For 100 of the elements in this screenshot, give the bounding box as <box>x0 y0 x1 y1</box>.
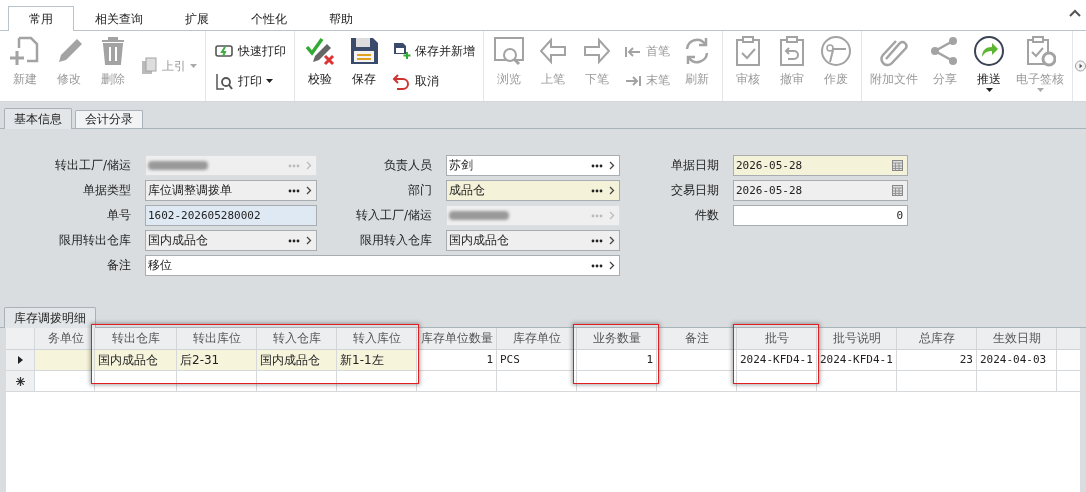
chevron-right-icon[interactable] <box>609 186 615 195</box>
table-cell: PCS <box>497 350 577 370</box>
more-icon[interactable] <box>591 163 603 168</box>
toolbar-button[interactable]: 打印 <box>212 70 288 92</box>
printer-icon <box>214 42 234 60</box>
current-row-icon <box>17 356 23 364</box>
more-icon[interactable] <box>591 188 603 193</box>
column-header[interactable]: 总库存 <box>897 328 977 349</box>
field-label: 转出工厂/储运 <box>53 157 132 174</box>
chevron-right-icon[interactable] <box>306 186 312 195</box>
chevron-right-icon[interactable] <box>306 236 312 245</box>
toolbar-button[interactable]: 推送 <box>968 31 1010 101</box>
scroll-right-icon[interactable] <box>1075 60 1086 72</box>
column-header[interactable]: 库存单位数量 <box>417 328 497 349</box>
field-value: 库位调整调拨单 <box>148 182 233 199</box>
chevron-right-icon[interactable] <box>609 161 615 170</box>
field-label: 单号 <box>106 207 132 224</box>
form-tab[interactable]: 基本信息 <box>4 108 72 129</box>
number-field[interactable]: 0 <box>733 205 908 226</box>
field-value: 国内成品仓 <box>148 232 209 249</box>
lookup-field[interactable]: 苏剑 <box>446 155 620 176</box>
column-header[interactable]: 备注 <box>657 328 737 349</box>
lookup-field[interactable]: 库位调整调拨单 <box>145 180 317 201</box>
chevron-right-icon[interactable] <box>609 261 615 270</box>
arrow-left-icon <box>537 35 569 67</box>
calendar-icon[interactable] <box>892 160 903 171</box>
ribbon-tab[interactable]: 相关查询 <box>74 6 164 31</box>
field-value: 成品仓 <box>449 182 486 199</box>
column-header[interactable]: 生效日期 <box>977 328 1057 349</box>
column-header[interactable]: 转出仓库 <box>95 328 177 349</box>
lookup-field[interactable]: 移位 <box>145 255 620 276</box>
field-label: 负责人员 <box>383 157 433 174</box>
check-pencil-icon <box>304 35 336 67</box>
search-icon <box>493 35 525 67</box>
document-plus-icon <box>391 42 411 60</box>
field-value: 2026-05-28 <box>736 184 804 197</box>
column-header[interactable]: 库存单位 <box>497 328 577 349</box>
row-header[interactable] <box>6 371 35 391</box>
field-value: 0 <box>895 209 903 222</box>
field-label: 部门 <box>407 182 433 199</box>
new-page-icon <box>9 35 41 67</box>
column-header[interactable]: 业务数量 <box>577 328 657 349</box>
chevron-right-icon[interactable] <box>609 236 615 245</box>
table-cell: 国内成品仓 <box>257 350 337 370</box>
field-label: 备注 <box>106 257 132 274</box>
table-cell: 2024-04-03 <box>977 350 1057 370</box>
column-header[interactable]: 批号 <box>737 328 817 349</box>
lookup-field[interactable]: 成品仓 <box>446 180 620 201</box>
table-cell: 2024-KFD4-1 <box>817 350 897 370</box>
field-label: 限用转入仓库 <box>359 232 433 249</box>
column-header[interactable]: 转出库位 <box>177 328 257 349</box>
table-cell: 新1-1左 <box>337 350 417 370</box>
column-header[interactable]: 批号说明 <box>817 328 897 349</box>
lookup-field[interactable]: 国内成品仓 <box>446 230 620 251</box>
toolbar-button[interactable]: 取消 <box>389 70 477 92</box>
toolbar-button[interactable]: 快速打印 <box>212 40 288 62</box>
print-preview-icon <box>214 72 234 90</box>
field-value: 苏剑 <box>449 157 474 174</box>
field-label: 件数 <box>694 207 720 224</box>
field-label: 转入工厂/储运 <box>354 207 433 224</box>
field-value: 国内成品仓 <box>449 232 510 249</box>
toolbar-button[interactable]: 保存 <box>343 31 385 101</box>
field-value: 2026-05-28 <box>736 159 804 172</box>
lookup-field[interactable]: 国内成品仓 <box>145 230 317 251</box>
documents-icon <box>140 57 158 75</box>
blurred-text-drawing <box>449 211 509 220</box>
ribbon-tab[interactable]: 扩展 <box>164 6 230 31</box>
ribbon-tab[interactable]: 帮助 <box>308 6 374 31</box>
date-field[interactable]: 2026-05-28 <box>733 155 908 176</box>
new-row-icon <box>15 376 25 386</box>
table-cell: 1 <box>417 350 497 370</box>
calendar-icon[interactable] <box>892 185 903 196</box>
field-label: 单据日期 <box>670 157 720 174</box>
field-value: 移位 <box>148 257 173 274</box>
more-icon[interactable] <box>288 238 300 243</box>
date-field[interactable]: 2026-05-28 <box>733 180 908 201</box>
more-icon[interactable] <box>591 238 603 243</box>
toolbar-button[interactable]: 校验 <box>299 31 341 101</box>
dropdown-caret-icon <box>1036 88 1044 92</box>
row-header[interactable] <box>6 350 35 370</box>
table-cell: 国内成品仓 <box>95 350 177 370</box>
more-icon[interactable] <box>288 188 300 193</box>
dropdown-caret-icon <box>190 64 197 68</box>
detail-tab[interactable]: 库存调拨明细 <box>4 307 96 328</box>
table-cell: 后2-31 <box>177 350 257 370</box>
column-header[interactable]: 务单位 <box>35 328 95 349</box>
undo-icon <box>391 72 411 90</box>
form-tab[interactable]: 会计分录 <box>75 110 143 128</box>
collapse-icon[interactable] <box>1068 8 1082 18</box>
ribbon-tab[interactable]: 常用 <box>8 6 74 31</box>
dropdown-caret-icon <box>266 79 273 83</box>
toolbar-button[interactable]: 保存并新增 <box>389 40 477 62</box>
field-label: 单据类型 <box>82 182 132 199</box>
dropdown-caret-icon <box>985 88 993 92</box>
column-header[interactable]: 转入库位 <box>337 328 417 349</box>
ribbon-tab[interactable]: 个性化 <box>230 6 308 31</box>
arrow-right-icon <box>581 35 613 67</box>
text-field[interactable]: 1602-202605280002 <box>145 205 317 226</box>
column-header[interactable]: 转入仓库 <box>257 328 337 349</box>
more-icon[interactable] <box>591 263 603 268</box>
